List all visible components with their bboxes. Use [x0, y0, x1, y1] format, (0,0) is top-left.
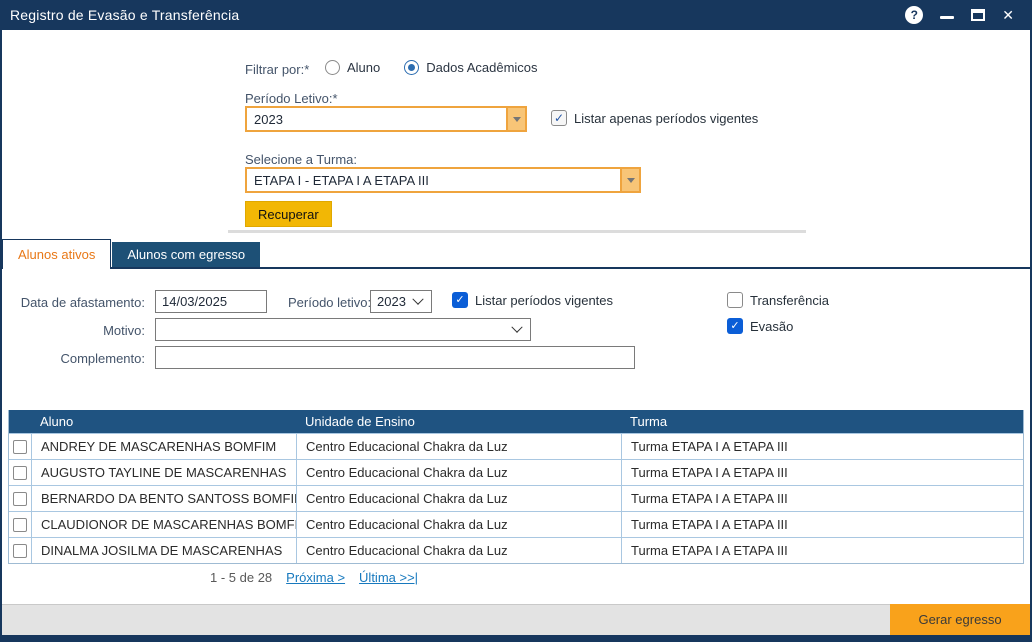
- header-unidade: Unidade de Ensino: [296, 414, 621, 429]
- table-row: CLAUDIONOR DE MASCARENHAS BOMFIM Centro …: [9, 511, 1023, 537]
- transferencia-checkbox-row[interactable]: Transferência: [727, 292, 829, 308]
- window-border-left: [0, 28, 2, 642]
- transferencia-label: Transferência: [750, 293, 829, 308]
- radio-aluno-label: Aluno: [347, 60, 380, 75]
- pagination-next-link[interactable]: Próxima >: [286, 570, 345, 585]
- cell-unidade: Centro Educacional Chakra da Luz: [296, 434, 621, 459]
- periodo-letivo-label: Período Letivo:*: [245, 91, 338, 106]
- chevron-down-icon: [513, 117, 521, 122]
- title-bar: Registro de Evasão e Transferência ? ✕: [0, 0, 1032, 30]
- cell-turma: Turma ETAPA I A ETAPA III: [621, 460, 1023, 485]
- listar-vigentes-checkbox-row[interactable]: Listar períodos vigentes: [452, 292, 613, 308]
- row-checkbox[interactable]: [13, 518, 27, 532]
- window-footer-strip: [0, 635, 1032, 642]
- gerar-egresso-button[interactable]: Gerar egresso: [890, 604, 1030, 635]
- header-aluno: Aluno: [31, 414, 296, 429]
- filtrar-por-label: Filtrar por:*: [245, 62, 309, 77]
- cell-unidade: Centro Educacional Chakra da Luz: [296, 460, 621, 485]
- tab-alunos-ativos[interactable]: Alunos ativos: [2, 239, 111, 269]
- periodo-letivo2-value: 2023: [371, 294, 414, 309]
- row-checkbox[interactable]: [13, 440, 27, 454]
- turma-dropdown-button[interactable]: [620, 169, 639, 191]
- radio-dados-academicos-control[interactable]: [404, 60, 419, 75]
- selecione-turma-label: Selecione a Turma:: [245, 152, 357, 167]
- table-row: AUGUSTO TAYLINE DE MASCARENHAS Centro Ed…: [9, 459, 1023, 485]
- tab-bar: Alunos ativos Alunos com egresso: [2, 239, 260, 267]
- turma-dropdown[interactable]: ETAPA I - ETAPA I A ETAPA III: [245, 167, 641, 193]
- cell-aluno: AUGUSTO TAYLINE DE MASCARENHAS: [31, 460, 296, 485]
- cell-aluno: ANDREY DE MASCARENHAS BOMFIM: [31, 434, 296, 459]
- table-header-row: Aluno Unidade de Ensino Turma: [9, 410, 1023, 433]
- data-afastamento-label: Data de afastamento:: [9, 295, 145, 310]
- cell-aluno: DINALMA JOSILMA DE MASCARENHAS: [31, 538, 296, 563]
- periodo-letivo-value: 2023: [247, 108, 506, 130]
- cell-aluno: BERNARDO DA BENTO SANTOSS BOMFIM: [31, 486, 296, 511]
- cell-aluno: CLAUDIONOR DE MASCARENHAS BOMFIM: [31, 512, 296, 537]
- transferencia-checkbox[interactable]: [727, 292, 743, 308]
- data-afastamento-value: 14/03/2025: [162, 294, 227, 309]
- tab-panel-border: [0, 267, 1032, 269]
- cell-turma: Turma ETAPA I A ETAPA III: [621, 486, 1023, 511]
- evasao-label: Evasão: [750, 319, 793, 334]
- pagination-last-link[interactable]: Última >>|: [359, 570, 418, 585]
- radio-aluno[interactable]: Aluno: [325, 60, 380, 75]
- chevron-down-icon: [627, 178, 635, 183]
- maximize-icon[interactable]: [971, 9, 985, 21]
- pagination-range: 1 - 5 de 28: [210, 570, 272, 585]
- row-checkbox[interactable]: [13, 492, 27, 506]
- periodo-letivo-dropdown[interactable]: 2023: [245, 106, 527, 132]
- data-afastamento-input[interactable]: 14/03/2025: [155, 290, 267, 313]
- students-table: Aluno Unidade de Ensino Turma ANDREY DE …: [8, 410, 1024, 564]
- cell-unidade: Centro Educacional Chakra da Luz: [296, 538, 621, 563]
- recuperar-button[interactable]: Recuperar: [245, 201, 332, 227]
- cell-turma: Turma ETAPA I A ETAPA III: [621, 538, 1023, 563]
- evasao-checkbox[interactable]: [727, 318, 743, 334]
- header-turma: Turma: [621, 414, 1023, 429]
- periodo-letivo2-select[interactable]: 2023: [370, 290, 432, 313]
- table-row: ANDREY DE MASCARENHAS BOMFIM Centro Educ…: [9, 433, 1023, 459]
- row-checkbox[interactable]: [13, 544, 27, 558]
- listar-vigentes-checkbox[interactable]: [452, 292, 468, 308]
- motivo-label: Motivo:: [9, 323, 145, 338]
- periodo-letivo-dropdown-button[interactable]: [506, 108, 525, 130]
- cell-turma: Turma ETAPA I A ETAPA III: [621, 434, 1023, 459]
- filtrar-por-radio-group: Aluno Dados Acadêmicos: [325, 60, 538, 75]
- close-icon[interactable]: ✕: [1002, 7, 1014, 24]
- listar-apenas-checkbox-row[interactable]: Listar apenas períodos vigentes: [551, 110, 758, 126]
- row-checkbox[interactable]: [13, 466, 27, 480]
- evasao-checkbox-row[interactable]: Evasão: [727, 318, 793, 334]
- radio-dados-academicos-label: Dados Acadêmicos: [426, 60, 537, 75]
- cell-unidade: Centro Educacional Chakra da Luz: [296, 486, 621, 511]
- motivo-select[interactable]: [155, 318, 531, 341]
- radio-dados-academicos[interactable]: Dados Acadêmicos: [404, 60, 537, 75]
- cell-unidade: Centro Educacional Chakra da Luz: [296, 512, 621, 537]
- cell-turma: Turma ETAPA I A ETAPA III: [621, 512, 1023, 537]
- turma-value: ETAPA I - ETAPA I A ETAPA III: [247, 169, 620, 191]
- table-row: BERNARDO DA BENTO SANTOSS BOMFIM Centro …: [9, 485, 1023, 511]
- table-row: DINALMA JOSILMA DE MASCARENHAS Centro Ed…: [9, 537, 1023, 563]
- complemento-label: Complemento:: [9, 351, 145, 366]
- tab-alunos-com-egresso[interactable]: Alunos com egresso: [112, 242, 260, 267]
- app-window: Registro de Evasão e Transferência ? ✕ F…: [0, 0, 1032, 642]
- pagination: 1 - 5 de 28 Próxima > Última >>|: [210, 570, 418, 585]
- radio-aluno-control[interactable]: [325, 60, 340, 75]
- minimize-icon[interactable]: [940, 16, 954, 19]
- listar-apenas-checkbox[interactable]: [551, 110, 567, 126]
- chevron-down-icon: [412, 293, 423, 304]
- window-title: Registro de Evasão e Transferência: [10, 7, 239, 23]
- section-divider: [228, 230, 806, 233]
- complemento-input[interactable]: [155, 346, 635, 369]
- listar-vigentes-label: Listar períodos vigentes: [475, 293, 613, 308]
- periodo-letivo2-label: Período letivo:: [288, 295, 371, 310]
- listar-apenas-label: Listar apenas períodos vigentes: [574, 111, 758, 126]
- chevron-down-icon: [511, 321, 522, 332]
- help-icon[interactable]: ?: [905, 6, 923, 24]
- bottom-action-bar: [0, 604, 1032, 635]
- window-controls: ? ✕: [905, 6, 1022, 24]
